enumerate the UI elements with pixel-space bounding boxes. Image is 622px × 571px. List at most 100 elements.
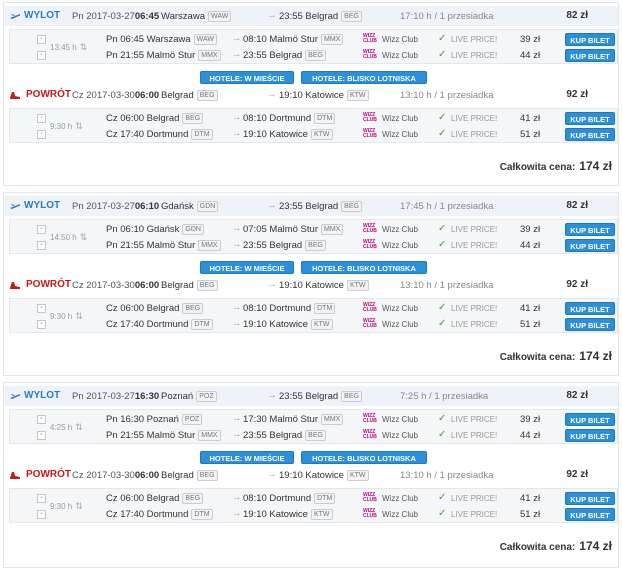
arrow-right-icon: → xyxy=(267,89,277,100)
check-icon: ✓ xyxy=(438,508,447,519)
airport-code: BEG xyxy=(196,90,218,101)
outbound-header: WYLOT Pn 2017-03-2716:30 Poznań POZ → 23:… xyxy=(4,386,618,406)
airport-code: MMX xyxy=(198,240,221,251)
select-checkbox[interactable]: ▪ xyxy=(37,225,46,234)
wizz-logo-icon: WIZZ CLUB xyxy=(363,239,377,250)
departure-date: Pn 2017-03-2706:10 xyxy=(72,201,160,212)
airport-code: KTW xyxy=(346,90,369,101)
airport-code: BEG xyxy=(341,11,362,22)
airport-code: BEG xyxy=(341,391,362,402)
buy-ticket-button[interactable]: KUP BILET xyxy=(565,239,615,252)
buy-ticket-button[interactable]: KUP BILET xyxy=(565,112,615,125)
duration-info: 13:10 h / 1 przesiadka xyxy=(400,90,494,101)
hotels-airport-button[interactable]: HOTELE: BLISKO LOTNISKA xyxy=(301,71,427,84)
leg-arrival: 19:10 Katowice KTW xyxy=(243,319,333,330)
leg-arrival: 08:10 Dortmund DTM xyxy=(243,493,336,504)
airport-code: DTM xyxy=(314,113,336,124)
departure-date: Pn 2017-03-2716:30 xyxy=(72,391,160,402)
outbound-header: WYLOT Pn 2017-03-2706:45 Warszawa WAW → 2… xyxy=(4,6,618,26)
duration-info: 13:10 h / 1 przesiadka xyxy=(400,470,494,481)
buy-ticket-button[interactable]: KUP BILET xyxy=(565,492,615,505)
airport-code: GDN xyxy=(182,224,204,235)
check-icon: ✓ xyxy=(438,49,447,60)
airport-code: WAW xyxy=(193,34,218,45)
leg-row: ▪ Pn 21:55 Malmö Stur MMX → 23:55 Belgrad… xyxy=(10,238,617,254)
select-checkbox[interactable]: ▪ xyxy=(37,114,46,123)
buy-ticket-button[interactable]: KUP BILET xyxy=(565,49,615,62)
check-icon: ✓ xyxy=(438,112,447,123)
select-checkbox[interactable]: ▪ xyxy=(37,130,46,139)
buy-ticket-button[interactable]: KUP BILET xyxy=(565,508,615,521)
leg-price: 51 zł xyxy=(520,129,541,140)
select-checkbox[interactable]: ▪ xyxy=(37,494,46,503)
select-checkbox[interactable]: ▪ xyxy=(37,304,46,313)
leg-arrival: 08:10 Dortmund DTM xyxy=(243,303,336,314)
hotels-airport-button[interactable]: HOTELE: BLISKO LOTNISKA xyxy=(301,261,427,274)
leg-arrival: 07:05 Malmö Stur MMX xyxy=(243,224,344,235)
buy-ticket-button[interactable]: KUP BILET xyxy=(565,33,615,46)
airport-code: KTW xyxy=(310,509,333,520)
leg-row: ▪ Pn 16:30 Poznań POZ → 17:30 Malmö Stur M… xyxy=(10,412,617,428)
select-checkbox[interactable]: ▪ xyxy=(37,51,46,60)
airport-code: DTM xyxy=(314,303,336,314)
buy-ticket-button[interactable]: KUP BILET xyxy=(565,429,615,442)
airport-code: DTM xyxy=(314,493,336,504)
total-price: Całkowita cena: 174 zł xyxy=(499,349,612,363)
select-checkbox[interactable]: ▪ xyxy=(37,241,46,250)
leg-arrival: 19:10 Katowice KTW xyxy=(243,509,333,520)
wizz-logo-icon: WIZZ CLUB xyxy=(363,318,377,329)
leg-departure: Cz 06:00 Belgrad BEG xyxy=(106,113,204,124)
outbound-price: 82 zł xyxy=(566,200,588,211)
arrow-right-icon: → xyxy=(232,128,242,139)
select-checkbox[interactable]: ▪ xyxy=(37,431,46,440)
live-price-label: LIVE PRICE! xyxy=(451,114,498,123)
airport-code: POZ xyxy=(181,414,203,425)
leg-departure: Cz 06:00 Belgrad BEG xyxy=(106,493,204,504)
hotels-city-button[interactable]: HOTELE: W MIEŚCIE xyxy=(200,261,294,274)
live-price-label: LIVE PRICE! xyxy=(451,35,498,44)
hotels-city-button[interactable]: HOTELE: W MIEŚCIE xyxy=(200,71,294,84)
airport-code: KTW xyxy=(310,319,333,330)
check-icon: ✓ xyxy=(438,223,447,234)
plane-takeoff-icon xyxy=(10,204,20,209)
departure-city: Belgrad BEG xyxy=(161,90,218,101)
leg-arrival: 23:55 Belgrad BEG xyxy=(243,50,326,61)
outbound-header: WYLOT Pn 2017-03-2706:10 Gdańsk GDN → 23:… xyxy=(4,196,618,216)
check-icon: ✓ xyxy=(438,302,447,313)
live-price-label: LIVE PRICE! xyxy=(451,225,498,234)
buy-ticket-button[interactable]: KUP BILET xyxy=(565,318,615,331)
buy-ticket-button[interactable]: KUP BILET xyxy=(565,223,615,236)
hotels-city-button[interactable]: HOTELE: W MIEŚCIE xyxy=(200,451,294,464)
buy-ticket-button[interactable]: KUP BILET xyxy=(565,128,615,141)
airline-name: Wizz Club xyxy=(382,225,419,234)
leg-row: ▪ Pn 21:55 Malmö Stur MMX → 23:55 Belgrad… xyxy=(10,48,617,64)
select-checkbox[interactable]: ▪ xyxy=(37,320,46,329)
buy-ticket-button[interactable]: KUP BILET xyxy=(565,413,615,426)
arrow-right-icon: → xyxy=(232,508,242,519)
leg-price: 39 zł xyxy=(520,414,541,425)
outbound-segments: 4:25 h ⇅ ▪ Pn 16:30 Poznań POZ → 17:30 Mal… xyxy=(9,409,618,444)
total-price: Całkowita cena: 174 zł xyxy=(499,159,612,173)
buy-ticket-button[interactable]: KUP BILET xyxy=(565,302,615,315)
hotels-airport-button[interactable]: HOTELE: BLISKO LOTNISKA xyxy=(301,451,427,464)
arrow-right-icon: → xyxy=(267,200,277,211)
duration-info: 17:10 h / 1 przesiadka xyxy=(400,11,494,22)
leg-arrival: 08:10 Dortmund DTM xyxy=(243,113,336,124)
direction-label: POWRÓT xyxy=(26,279,71,290)
select-checkbox[interactable]: ▪ xyxy=(37,415,46,424)
airline-name: Wizz Club xyxy=(382,510,419,519)
airport-code: DTM xyxy=(191,129,213,140)
plane-takeoff-icon xyxy=(10,14,20,19)
leg-departure: Pn 06:10 Gdańsk GDN xyxy=(106,224,204,235)
leg-departure: Pn 06:45 Warszawa WAW xyxy=(106,34,218,45)
arrow-right-icon: → xyxy=(232,318,242,329)
select-checkbox[interactable]: ▪ xyxy=(37,510,46,519)
leg-row: ▪ Cz 17:40 Dortmund DTM → 19:10 Katowice K… xyxy=(10,127,617,143)
duration-info: 7:25 h / 1 przesiadka xyxy=(400,391,489,402)
airport-code: MMX xyxy=(320,224,344,235)
select-checkbox[interactable]: ▪ xyxy=(37,35,46,44)
return-header: POWRÓT Cz 2017-03-3006:00 Belgrad BEG → 1… xyxy=(4,275,618,295)
arrow-right-icon: → xyxy=(232,492,242,503)
leg-row: ▪ Cz 17:40 Dortmund DTM → 19:10 Katowice K… xyxy=(10,317,617,333)
airport-code: MMX xyxy=(198,430,221,441)
